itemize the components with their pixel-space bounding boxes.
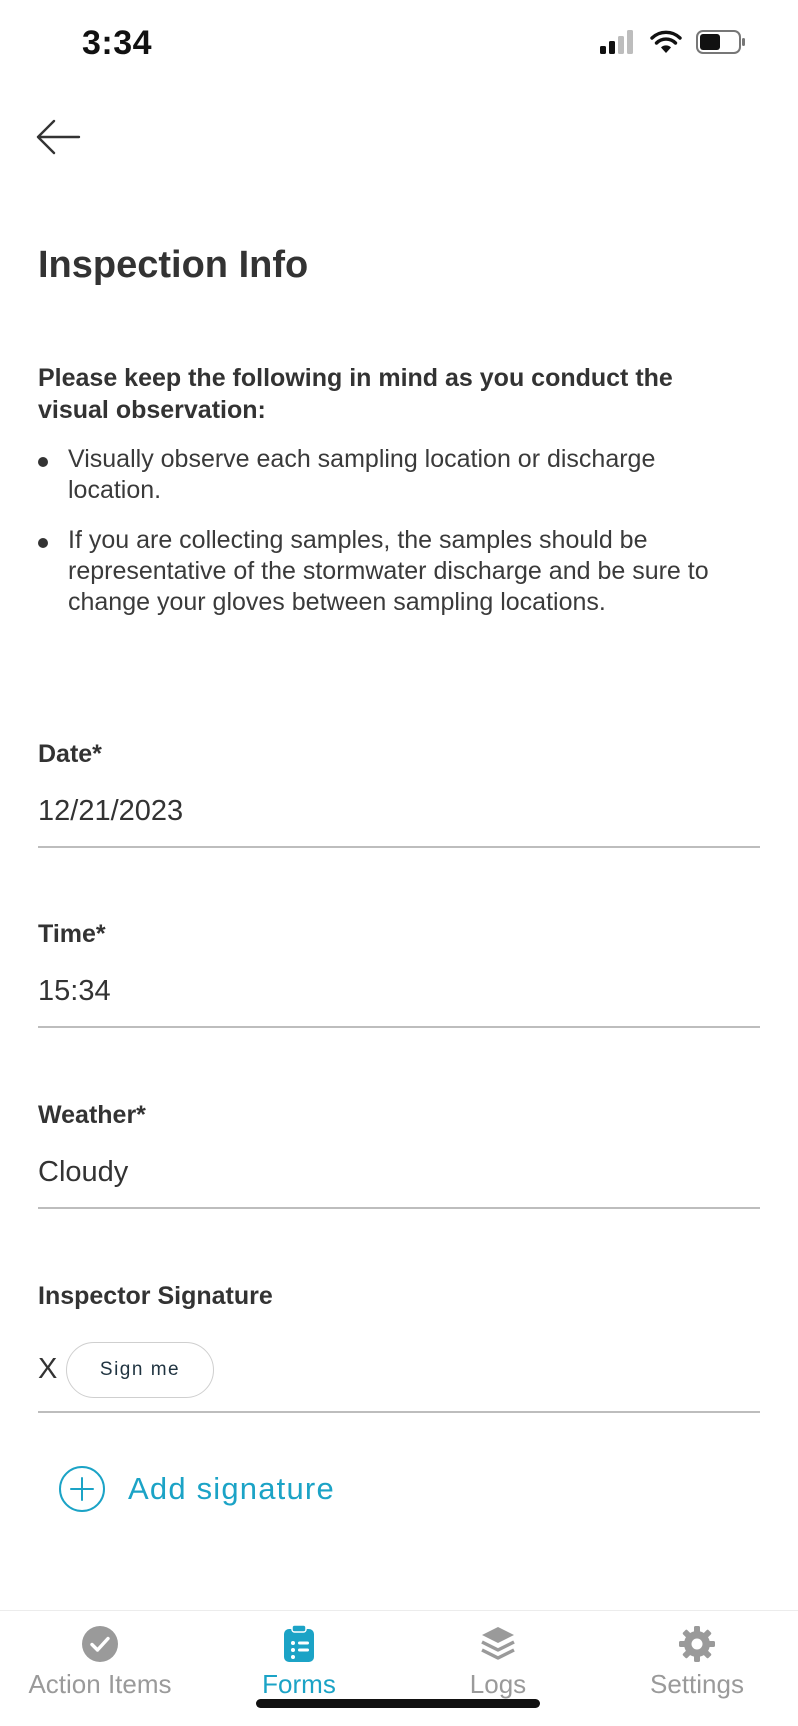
add-signature-button[interactable]: Add signature bbox=[58, 1465, 335, 1513]
check-circle-icon bbox=[82, 1626, 118, 1662]
status-icons bbox=[600, 30, 746, 54]
status-time: 3:34 bbox=[82, 24, 153, 62]
arrow-left-icon bbox=[36, 119, 81, 155]
instructions-heading: Please keep the following in mind as you… bbox=[38, 364, 673, 424]
list-item: Visually observe each sampling location … bbox=[38, 444, 738, 506]
signature-x-mark: X bbox=[38, 1353, 58, 1385]
weather-underline bbox=[38, 1207, 760, 1209]
plus-circle-icon bbox=[59, 1466, 105, 1512]
page-title: Inspection Info bbox=[38, 244, 309, 286]
clipboard-icon bbox=[284, 1625, 314, 1662]
weather-label: Weather* bbox=[38, 1101, 146, 1129]
time-underline bbox=[38, 1026, 760, 1028]
signature-field: Inspector Signature X Sign me bbox=[38, 1282, 760, 1414]
cellular-signal-icon bbox=[600, 30, 633, 54]
date-field[interactable]: Date* 12/21/2023 bbox=[38, 740, 760, 850]
date-input[interactable]: 12/21/2023 bbox=[38, 795, 183, 828]
tab-label: Forms bbox=[262, 1669, 336, 1699]
bullet-icon bbox=[38, 538, 48, 548]
add-signature-label: Add signature bbox=[128, 1471, 335, 1506]
time-field[interactable]: Time* 15:34 bbox=[38, 920, 760, 1030]
gear-icon bbox=[679, 1626, 715, 1662]
battery-icon bbox=[696, 30, 745, 54]
tab-logs[interactable]: Logs bbox=[398, 1625, 598, 1700]
weather-input[interactable]: Cloudy bbox=[38, 1156, 128, 1189]
tab-action-items[interactable]: Action Items bbox=[0, 1625, 200, 1700]
weather-field[interactable]: Weather* Cloudy bbox=[38, 1101, 760, 1211]
back-button[interactable] bbox=[30, 112, 86, 162]
layers-icon bbox=[481, 1627, 515, 1660]
instructions-list: Visually observe each sampling location … bbox=[38, 444, 738, 618]
instructions: Please keep the following in mind as you… bbox=[38, 362, 738, 637]
bullet-icon bbox=[38, 457, 48, 467]
list-item: If you are collecting samples, the sampl… bbox=[38, 525, 738, 618]
date-underline bbox=[38, 846, 760, 848]
tab-forms[interactable]: Forms bbox=[199, 1625, 399, 1700]
time-input[interactable]: 15:34 bbox=[38, 975, 111, 1008]
tab-label: Action Items bbox=[28, 1669, 172, 1699]
status-bar: 3:34 bbox=[0, 0, 798, 92]
tab-settings[interactable]: Settings bbox=[597, 1625, 797, 1700]
list-item-text: Visually observe each sampling location … bbox=[68, 445, 656, 504]
wifi-icon bbox=[650, 30, 682, 53]
signature-label: Inspector Signature bbox=[38, 1282, 273, 1310]
tab-bar: Action Items Forms Logs Settings bbox=[0, 1610, 798, 1726]
sign-me-button[interactable]: Sign me bbox=[66, 1342, 214, 1398]
time-label: Time* bbox=[38, 920, 106, 948]
signature-underline bbox=[38, 1411, 760, 1413]
list-item-text: If you are collecting samples, the sampl… bbox=[68, 526, 709, 616]
date-label: Date* bbox=[38, 740, 102, 768]
tab-label: Logs bbox=[469, 1669, 527, 1699]
home-indicator bbox=[256, 1699, 540, 1708]
tab-label: Settings bbox=[650, 1669, 744, 1699]
